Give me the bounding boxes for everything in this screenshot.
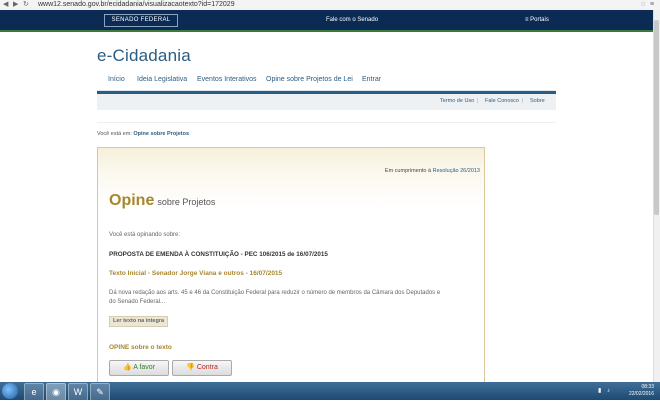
clock-time: 08:33	[641, 384, 654, 390]
resolution-note: Em cumprimento à Resolução 26/2013	[385, 168, 480, 174]
thumbs-down-icon: 👎	[186, 364, 195, 371]
nav-item-entrar[interactable]: Entrar	[362, 76, 381, 83]
subnav-separator: |	[522, 98, 524, 104]
start-button[interactable]	[2, 383, 18, 399]
thumbs-up-icon: 👍	[122, 364, 132, 371]
back-icon[interactable]: ◀	[3, 1, 8, 9]
vote-favor-button[interactable]: 👍 A favor	[109, 360, 169, 376]
ie-icon[interactable]: e	[24, 383, 44, 401]
favor-label: A favor	[133, 364, 156, 371]
fale-com-senado-link[interactable]: Fale com o Senado	[326, 15, 378, 25]
vote-contra-button[interactable]: 👎 Contra	[172, 360, 232, 376]
url-field[interactable]: www12.senado.gov.br/ecidadania/visualiza…	[38, 0, 235, 10]
texto-inicial-link[interactable]: Texto Inicial - Senador Jorge Viana e ou…	[109, 270, 282, 277]
site-title[interactable]: e-Cidadania	[97, 46, 191, 66]
page-scrollbar-thumb[interactable]	[654, 20, 659, 215]
contra-label: Contra	[196, 364, 218, 371]
clock-date: 22/02/2016	[628, 391, 654, 397]
subnav-separator: |	[477, 98, 479, 104]
reload-icon[interactable]: ↻	[23, 1, 29, 9]
proposal-title: PROPOSTA DE EMENDA À CONSTITUIÇÃO - PEC …	[109, 251, 328, 258]
proposal-description-line1: Dá nova redação aos arts. 45 e 46 da Con…	[109, 290, 441, 296]
breadcrumb-prefix: Você está em:	[97, 131, 132, 137]
opine-sobre-texto-heading: OPINE sobre o texto	[109, 344, 172, 351]
senado-top-bar: SENADO FEDERAL Fale com o Senado ≡ Porta…	[0, 10, 653, 32]
opining-label: Você está opinando sobre:	[109, 232, 181, 238]
breadcrumb-current[interactable]: Opine sobre Projetos	[133, 131, 189, 137]
resolution-prefix: Em cumprimento à	[384, 168, 432, 174]
system-clock[interactable]: 08:33 22/02/2016	[629, 384, 654, 398]
proposal-description-line2: do Senado Federal...	[109, 299, 166, 305]
page-title-sub: sobre Projetos	[157, 197, 216, 207]
bookmark-star-icon[interactable]: ☆	[640, 1, 646, 9]
menu-icon[interactable]: ≡	[650, 1, 654, 9]
forward-icon[interactable]: ▶	[13, 1, 18, 9]
read-full-text-button[interactable]: Ler texto na íntegra	[109, 316, 169, 327]
paint-icon[interactable]: ✎	[90, 383, 110, 401]
breadcrumb: Você está em: Opine sobre Projetos	[97, 131, 189, 137]
word-icon[interactable]: W	[68, 383, 88, 401]
nav-item-inicio[interactable]: Início	[108, 76, 125, 83]
nav-item-eventos-interativos[interactable]: Eventos Interativos	[197, 76, 257, 83]
subnav-fale-conosco[interactable]: Fale Conosco	[485, 98, 519, 104]
page-title: Opine sobre Projetos	[109, 192, 215, 210]
nav-item-ideia-legislativa[interactable]: Ideia Legislativa	[137, 76, 187, 83]
chrome-icon[interactable]: ◉	[46, 383, 66, 401]
senado-logo[interactable]: SENADO FEDERAL	[104, 14, 178, 27]
portais-menu[interactable]: ≡ Portais	[525, 15, 549, 25]
resolution-link[interactable]: Resolução 26/2013	[433, 168, 480, 174]
opine-panel: Em cumprimento à Resolução 26/2013 Opine…	[97, 147, 485, 389]
nav-item-opine[interactable]: Opine sobre Projetos de Lei	[266, 76, 353, 83]
main-nav: Início Ideia Legislativa Eventos Interat…	[97, 70, 556, 91]
network-icon[interactable]: ▮	[598, 387, 601, 395]
windows-taskbar: e ◉ W ✎ ▮ ♪ 08:33 22/02/2016	[0, 382, 660, 401]
volume-icon[interactable]: ♪	[607, 387, 610, 395]
divider	[97, 122, 556, 123]
sub-nav: Termo de Uso | Fale Conosco | Sobre	[97, 91, 556, 110]
subnav-termo-de-uso[interactable]: Termo de Uso	[440, 98, 474, 104]
subnav-sobre[interactable]: Sobre	[530, 98, 545, 104]
page-title-main: Opine	[109, 192, 155, 209]
